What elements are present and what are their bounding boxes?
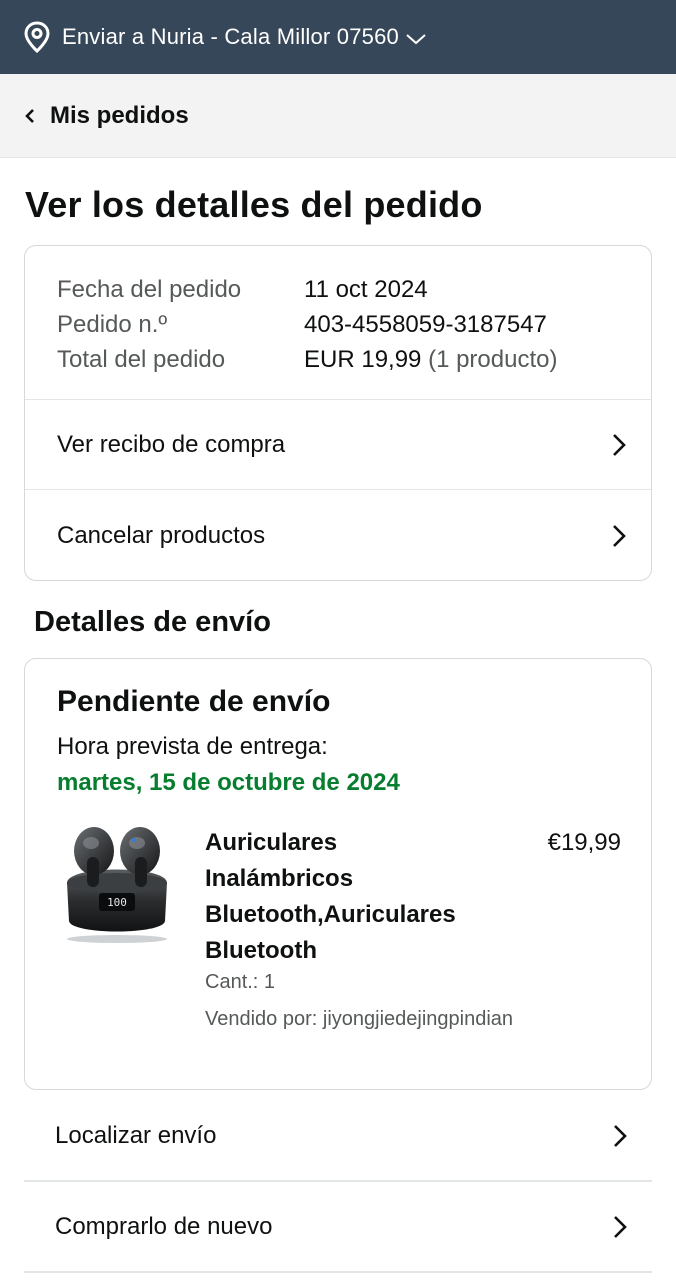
page-title: Ver los detalles del pedido [25, 184, 483, 225]
order-total-value-wrap: EUR 19,99 (1 producto) [304, 342, 557, 377]
product-price: €19,99 [547, 829, 621, 856]
back-to-orders[interactable]: Mis pedidos [0, 74, 676, 158]
product-title-line[interactable]: Auriculares [205, 825, 505, 861]
product-image[interactable]: 100 [61, 821, 173, 945]
chevron-right-icon [613, 524, 626, 547]
back-link-label[interactable]: Mis pedidos [50, 102, 189, 130]
chevron-down-icon [406, 34, 426, 45]
order-total-row: Total del pedido EUR 19,99 (1 producto) [57, 342, 557, 377]
track-shipment-row[interactable]: Localizar envío [24, 1092, 652, 1182]
chevron-left-icon [25, 108, 34, 123]
shipment-card: Pendiente de envío Hora prevista de entr… [24, 658, 652, 1090]
buy-again-row[interactable]: Comprarlo de nuevo [24, 1183, 652, 1273]
order-date-row: Fecha del pedido 11 oct 2024 [57, 272, 557, 307]
view-receipt-row[interactable]: Ver recibo de compra [25, 399, 651, 489]
delivery-address-text[interactable]: Enviar a Nuria - Cala Millor 07560 [62, 24, 399, 50]
product-title-line[interactable]: Bluetooth,Auriculares [205, 897, 505, 933]
eta-label: Hora prevista de entrega: [57, 733, 328, 760]
chevron-right-icon [614, 1125, 627, 1147]
order-number-value: 403-4558059-3187547 [304, 311, 547, 338]
order-summary-card: Fecha del pedido 11 oct 2024 Pedido n.º … [24, 245, 652, 581]
product-title[interactable]: Auriculares Inalámbricos Bluetooth,Auric… [205, 825, 505, 969]
buy-again-link[interactable]: Comprarlo de nuevo [55, 1213, 272, 1241]
chevron-right-icon [614, 1216, 627, 1238]
order-date-value: 11 oct 2024 [304, 276, 428, 303]
product-title-line[interactable]: Bluetooth [205, 933, 505, 969]
shipment-status: Pendiente de envío [57, 685, 331, 718]
order-facts: Fecha del pedido 11 oct 2024 Pedido n.º … [57, 272, 557, 377]
cancel-products-row[interactable]: Cancelar productos [25, 489, 651, 581]
eta-date: martes, 15 de octubre de 2024 [57, 769, 400, 796]
product-quantity: Cant.: 1 [205, 971, 276, 993]
view-receipt-link[interactable]: Ver recibo de compra [57, 431, 285, 459]
product-seller: Vendido por: jiyongjiedejingpindian [205, 1008, 514, 1030]
order-item-count: (1 producto) [428, 346, 558, 373]
shipping-section-title: Detalles de envío [34, 606, 271, 638]
chevron-right-icon [613, 433, 626, 456]
order-total-label: Total del pedido [57, 346, 226, 373]
cancel-products-link[interactable]: Cancelar productos [57, 522, 265, 550]
order-number-label: Pedido n.º [57, 311, 168, 338]
product-title-line[interactable]: Inalámbricos [205, 861, 505, 897]
order-total-value: EUR 19,99 [304, 346, 422, 373]
battery-display-text: 100 [107, 896, 127, 909]
delivery-address-bar[interactable]: Enviar a Nuria - Cala Millor 07560 [0, 0, 676, 74]
order-date-label: Fecha del pedido [57, 276, 242, 303]
track-shipment-link[interactable]: Localizar envío [55, 1122, 216, 1150]
order-number-row: Pedido n.º 403-4558059-3187547 [57, 307, 557, 342]
location-pin-icon [24, 21, 50, 53]
